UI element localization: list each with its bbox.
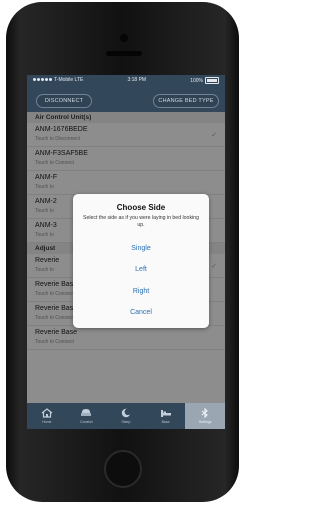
front-camera [120,34,128,42]
cancel-button[interactable]: Cancel [73,309,209,316]
carrier-info: T-Mobile LTE [33,77,83,83]
phone-frame: T-Mobile LTE 3:18 PM 100% DISCONNECT CHA… [6,2,239,502]
choose-side-dialog: Choose Side Select the side as if you we… [73,194,209,328]
app-screen: T-Mobile LTE 3:18 PM 100% DISCONNECT CHA… [27,75,225,429]
clock: 3:18 PM [127,77,147,83]
carrier-label: T-Mobile LTE [54,77,84,83]
top-action-bar: DISCONNECT CHANGE BED TYPE [27,86,225,110]
tab-label: Base [161,420,170,424]
tab-label: Home [42,420,52,424]
battery-info: 100% [190,76,219,84]
home-button[interactable] [104,450,142,488]
moon-icon [121,408,131,418]
tab-home[interactable]: Home [27,403,67,429]
earpiece-speaker [106,51,142,56]
tab-label: Sleep [121,420,131,424]
dialog-title: Choose Side [116,203,166,212]
tab-sleep[interactable]: Sleep [106,403,146,429]
bed-icon [160,410,171,417]
bottom-tab-bar: Home Comfort Sleep Base Settings [27,403,225,429]
tab-label: Settings [198,420,212,424]
option-right-button[interactable]: Right [73,288,209,295]
change-bed-type-button[interactable]: CHANGE BED TYPE [153,94,219,108]
bed-sofa-icon [81,409,92,416]
tab-label: Comfort [80,420,93,424]
dialog-message: Select the side as if you were laying in… [83,215,199,228]
status-bar: T-Mobile LTE 3:18 PM 100% [27,75,225,85]
tab-comfort[interactable]: Comfort [67,403,107,429]
option-left-button[interactable]: Left [73,266,209,273]
signal-icon [33,78,52,81]
disconnect-button[interactable]: DISCONNECT [36,94,92,108]
battery-icon [204,76,219,84]
tab-base[interactable]: Base [146,403,186,429]
tab-settings[interactable]: Settings [185,403,225,429]
option-single-button[interactable]: Single [73,245,209,252]
home-icon [41,408,53,418]
bluetooth-icon [201,408,208,418]
battery-percent: 100% [190,77,203,84]
